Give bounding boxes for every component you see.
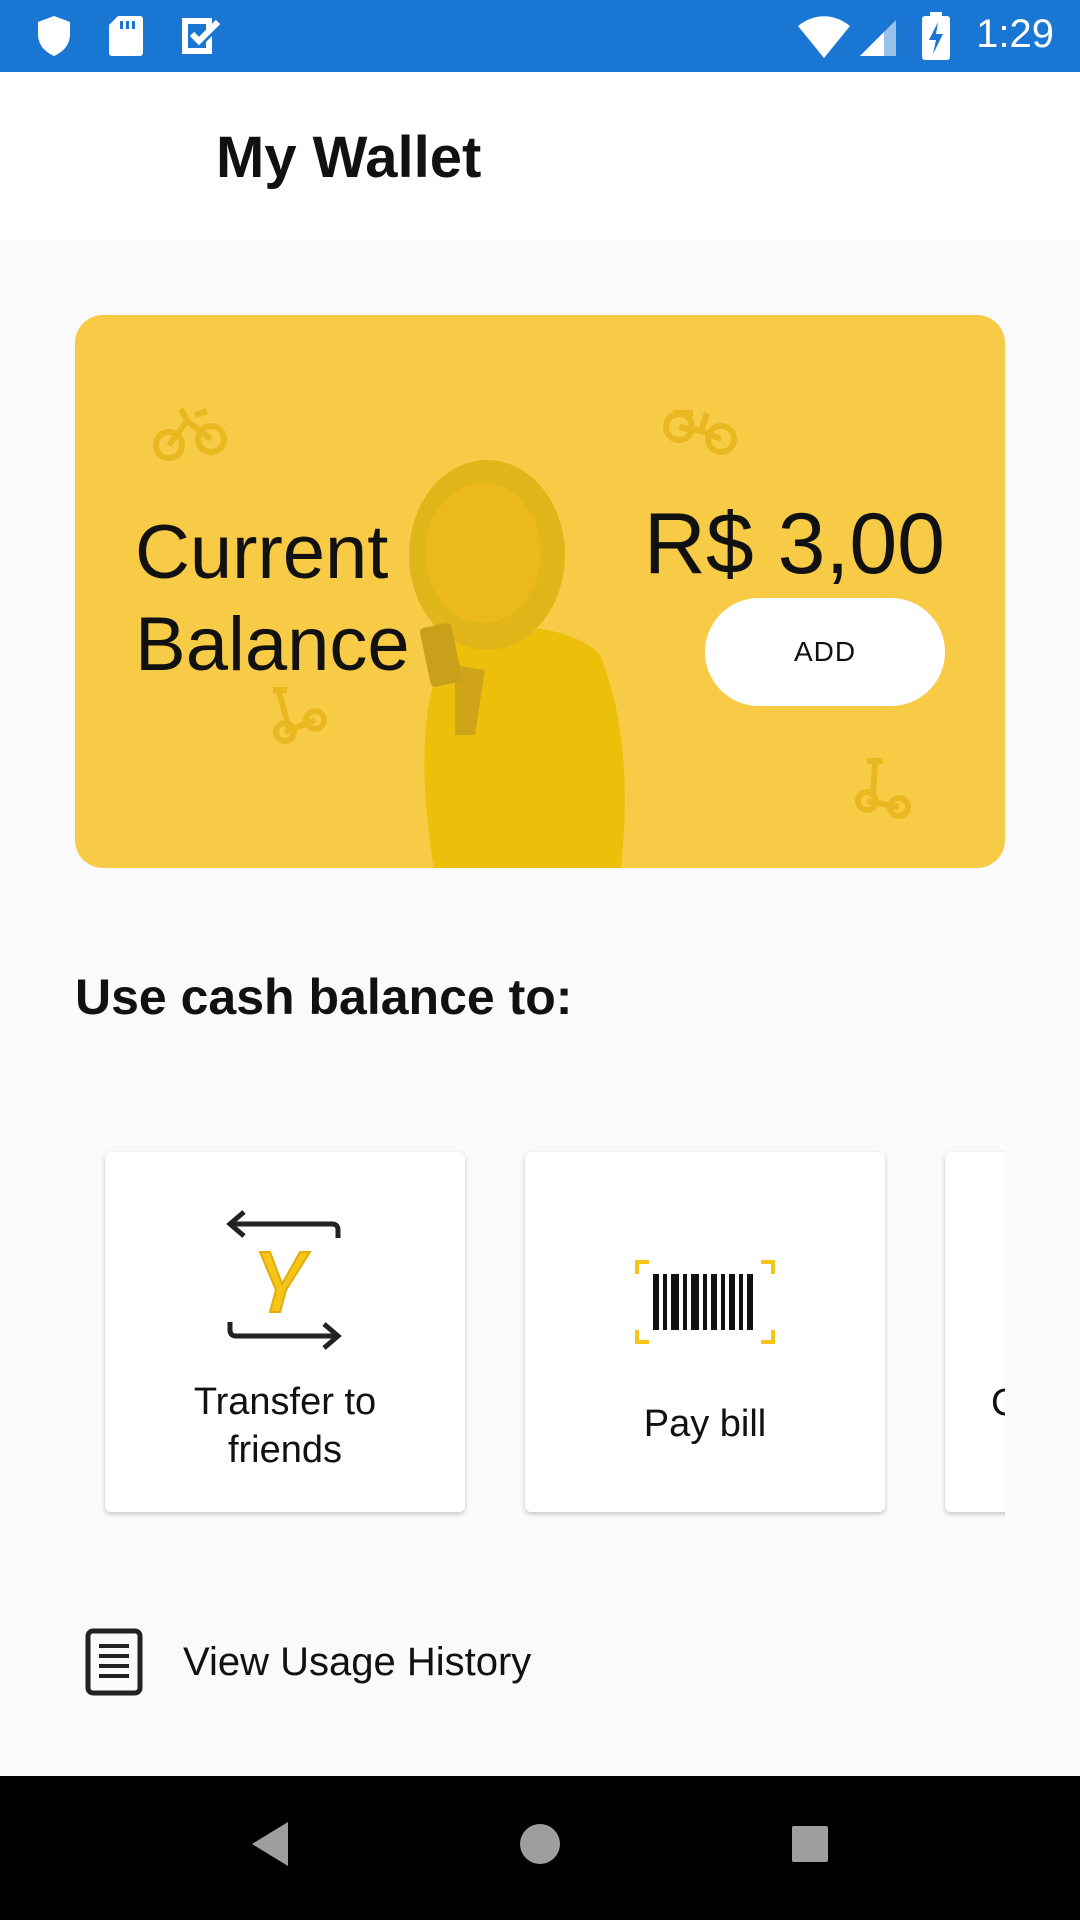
transfer-to-friends-card[interactable]: Transfer to friends [105,1152,465,1512]
check-box-icon [182,18,221,54]
third-action-card[interactable]: C [945,1152,1005,1512]
view-usage-history-row[interactable]: View Usage History [75,1620,1005,1710]
clock-time: 1:29 [976,12,1054,56]
actions-carousel[interactable]: Transfer to friends Pay bill C [75,1140,1005,1520]
barcode-icon [635,1260,775,1344]
back-icon[interactable] [246,1816,294,1872]
section-title: Use cash balance to: [75,969,573,1025]
bike-icon [153,407,227,461]
recents-icon[interactable] [790,1816,830,1872]
balance-amount: R$ 3,00 [643,496,945,592]
transfer-label: Transfer to friends [193,1381,377,1471]
pay-bill-label: Pay bill [643,1403,767,1445]
status-bar: 1:29 [0,0,1080,72]
battery-charging-icon [922,12,950,60]
sd-card-icon [109,16,143,56]
balance-card: Current Balance R$ 3,00 ADD [75,315,1005,868]
home-icon[interactable] [518,1816,562,1872]
page-title: My Wallet [216,125,482,190]
bike-icon [663,410,737,455]
cellular-signal-icon [860,20,896,56]
wifi-icon [798,16,850,58]
view-usage-history-label: View Usage History [183,1640,532,1684]
transfer-icon [226,1210,342,1350]
person-illustration [409,460,625,868]
pay-bill-card[interactable]: Pay bill [525,1152,885,1512]
app-bar: My Wallet [0,72,1080,240]
document-icon [85,1628,143,1696]
system-nav-bar [0,1776,1080,1920]
scooter-icon [855,758,911,819]
balance-label: Current Balance [135,510,410,687]
third-action-label: C [991,1382,1005,1424]
shield-icon [38,16,70,56]
add-balance-button[interactable]: ADD [705,598,945,706]
